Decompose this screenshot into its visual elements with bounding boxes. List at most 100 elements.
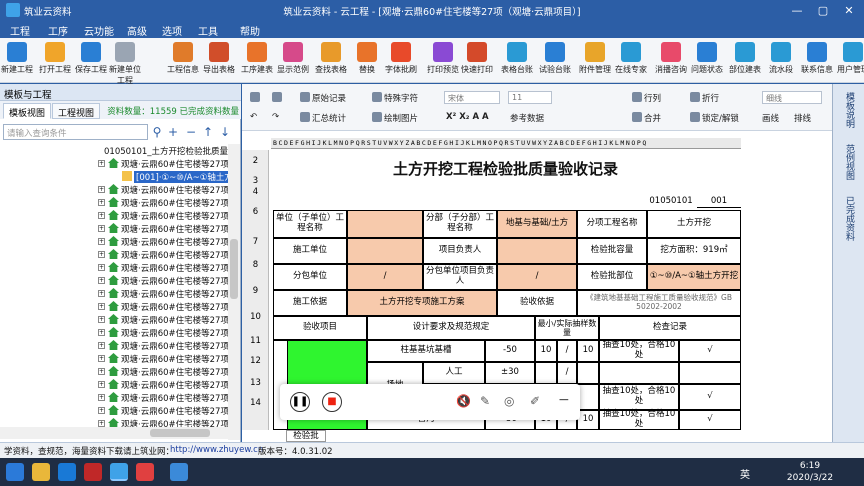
- expand-icon[interactable]: +: [98, 342, 105, 349]
- sheet-cell[interactable]: 检验批部位: [577, 264, 647, 290]
- row-number[interactable]: 11: [242, 336, 269, 346]
- explorer-icon[interactable]: [32, 463, 50, 481]
- toolbar-button-6[interactable]: 工序建表: [238, 42, 276, 75]
- menu-process[interactable]: 工序: [48, 23, 68, 38]
- sheet-cell[interactable]: 柱基基坑基槽: [367, 340, 485, 362]
- tree-hscrollbar[interactable]: [0, 427, 228, 439]
- toolbar-button-10[interactable]: 字体批刷: [382, 42, 420, 75]
- toolbar-button-9[interactable]: 替换: [348, 42, 386, 75]
- toolbar-button-0[interactable]: 新建工程: [0, 42, 36, 75]
- toolbar-button-12[interactable]: 快速打印: [458, 42, 496, 75]
- media-icon[interactable]: [84, 463, 102, 481]
- mic-icon[interactable]: ✎: [480, 394, 490, 408]
- expand-icon[interactable]: +: [98, 303, 105, 310]
- sheet-cell[interactable]: [347, 210, 423, 238]
- tab-project-view[interactable]: 工程视图: [52, 103, 101, 119]
- sheet-cell[interactable]: [577, 384, 599, 410]
- expand-icon[interactable]: +: [98, 212, 105, 219]
- sheet-cell[interactable]: 分部（子分部）工程名称: [423, 210, 497, 238]
- sheet-cell[interactable]: 人工: [423, 362, 485, 384]
- zhuye-app-icon[interactable]: [110, 463, 128, 481]
- draw-line-button[interactable]: 画线: [762, 112, 779, 124]
- draw-picture-button[interactable]: 绘制图片: [372, 112, 418, 124]
- sheet-cell[interactable]: [577, 362, 599, 384]
- toolbar-button-5[interactable]: 导出表格: [200, 42, 238, 75]
- toolbar-button-2[interactable]: 保存工程: [72, 42, 110, 75]
- undo-icon[interactable]: ↶: [250, 112, 257, 122]
- toolbar-button-13[interactable]: 表格台账: [498, 42, 536, 75]
- sheet-cell[interactable]: 《建筑地基基础工程施工质量验收规范》GB 50202-2002: [577, 290, 741, 316]
- expand-icon[interactable]: +: [98, 251, 105, 258]
- toolbar-button-19[interactable]: 部位建表: [726, 42, 764, 75]
- sheet-cell[interactable]: 抽查10处，合格10处: [599, 340, 679, 362]
- sheet-cell[interactable]: 分包单位: [273, 264, 347, 290]
- side-tab-completed[interactable]: 已完成资料: [842, 196, 856, 241]
- expand-icon[interactable]: +: [98, 160, 105, 167]
- menu-project[interactable]: 工程: [10, 23, 30, 38]
- toolbar-button-17[interactable]: 消播咨询: [652, 42, 690, 75]
- sheet-cell[interactable]: 验收项目: [273, 316, 367, 340]
- sheet-cell[interactable]: 土方开挖专项施工方案: [347, 290, 497, 316]
- row-number[interactable]: 6: [242, 207, 269, 217]
- sheet-cell[interactable]: 10: [577, 410, 599, 430]
- sheet-cell[interactable]: 分包单位项目负责人: [423, 264, 497, 290]
- row-number[interactable]: 8: [242, 260, 269, 270]
- mute-icon[interactable]: 🔇: [456, 394, 471, 408]
- ie-icon[interactable]: [58, 463, 76, 481]
- sheet-cell[interactable]: 地基与基础/土方: [497, 210, 577, 238]
- wrap-button[interactable]: 折行: [690, 92, 719, 104]
- clock-date[interactable]: 2020/3/22: [782, 473, 838, 483]
- sheet-cell[interactable]: 抽查10处，合格10处: [599, 409, 679, 430]
- line-style-select[interactable]: 细线: [762, 91, 822, 104]
- sheet-cell[interactable]: 01050101: [649, 196, 693, 208]
- toolbar-button-1[interactable]: 打开工程: [36, 42, 74, 75]
- expand-icon[interactable]: +: [98, 316, 105, 323]
- summary-button[interactable]: 汇总统计: [300, 112, 346, 124]
- copy-icon[interactable]: [250, 92, 262, 104]
- toolbar-button-16[interactable]: 在线专家: [612, 42, 650, 75]
- sheet-cell[interactable]: [599, 362, 679, 384]
- sheet-cell[interactable]: [497, 238, 577, 264]
- expand-icon[interactable]: +: [98, 394, 105, 401]
- sheet-cell[interactable]: /: [347, 264, 423, 290]
- pause-icon[interactable]: ❚❚: [290, 392, 310, 412]
- row-number[interactable]: 3: [242, 176, 269, 186]
- close-button[interactable]: ✕: [836, 2, 862, 19]
- layout-button[interactable]: 排线: [794, 112, 811, 124]
- lock-button[interactable]: 锁定/解锁: [690, 112, 739, 124]
- paste-icon[interactable]: [272, 92, 284, 104]
- maximize-button[interactable]: ▢: [810, 2, 836, 19]
- ref-data-button[interactable]: 参考数据: [510, 112, 544, 124]
- side-tab-template-desc[interactable]: 模板说明: [842, 92, 856, 128]
- remove-icon[interactable]: −: [184, 124, 198, 140]
- expand-icon[interactable]: +: [98, 355, 105, 362]
- side-tab-example[interactable]: 范例视图: [842, 144, 856, 180]
- sheet-cell[interactable]: 单位（子单位）工程名称: [273, 210, 347, 238]
- sheet-tab[interactable]: 检验批: [286, 430, 326, 442]
- menu-advanced[interactable]: 高级: [127, 23, 147, 38]
- sheet-cell[interactable]: 抽查10处，合格10处: [599, 384, 679, 410]
- sheet-cell[interactable]: /: [557, 340, 577, 362]
- toolbar-button-20[interactable]: 流水段: [762, 42, 800, 75]
- sheet-cell[interactable]: [679, 362, 741, 384]
- redo-icon[interactable]: ↷: [272, 112, 279, 122]
- sheet-cell[interactable]: 设计要求及规范规定: [367, 316, 535, 340]
- toolbar-button-3[interactable]: 新建单位工程: [106, 42, 144, 86]
- menu-help[interactable]: 帮助: [240, 23, 260, 38]
- row-number[interactable]: 13: [242, 378, 269, 388]
- expand-icon[interactable]: +: [98, 420, 105, 427]
- sheet-cell[interactable]: 10: [577, 340, 599, 362]
- toolbar-button-18[interactable]: 问题状态: [688, 42, 726, 75]
- sheet-cell[interactable]: [535, 362, 557, 384]
- row-number[interactable]: 4: [242, 187, 269, 197]
- windows-start-icon[interactable]: [6, 463, 24, 481]
- row-number[interactable]: 9: [242, 286, 269, 296]
- expand-icon[interactable]: +: [98, 277, 105, 284]
- arrow-down-icon[interactable]: ↓: [218, 124, 232, 140]
- toolbar-button-8[interactable]: 查找表格: [312, 42, 350, 75]
- expand-icon[interactable]: +: [98, 238, 105, 245]
- expand-icon[interactable]: +: [98, 381, 105, 388]
- sheet-cell[interactable]: /: [557, 362, 577, 384]
- format-buttons[interactable]: X² X₂ A A: [446, 112, 489, 122]
- row-number[interactable]: 14: [242, 398, 269, 408]
